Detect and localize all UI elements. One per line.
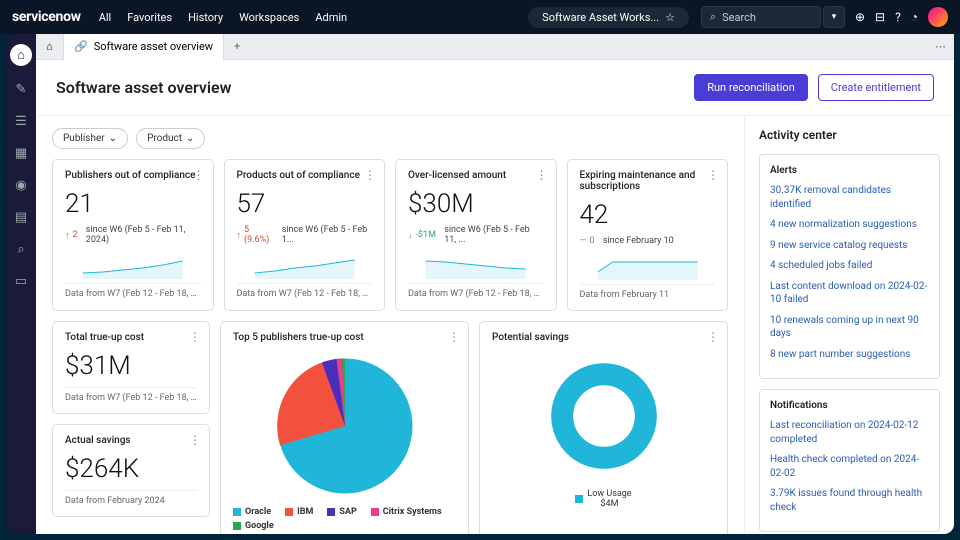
card-menu-icon[interactable]: ⋮	[189, 433, 201, 447]
rail-wrench-icon[interactable]: ✎	[12, 80, 30, 98]
nav-favorites[interactable]: Favorites	[127, 11, 172, 24]
tab-overflow-icon[interactable]: ⋯	[927, 40, 954, 53]
global-nav: All Favorites History Workspaces Admin	[99, 11, 347, 24]
card-value: 21	[65, 189, 201, 219]
card-actual-savings[interactable]: ⋮ Actual savings $264K Data from Februar…	[52, 424, 210, 517]
tab-software-asset-overview[interactable]: 🔗 Software asset overview	[64, 34, 224, 60]
card-menu-icon[interactable]: ⋮	[448, 330, 460, 344]
notification-link[interactable]: Last reconciliation on 2024-02-12 comple…	[770, 419, 929, 446]
search-dropdown[interactable]: ▾	[823, 6, 845, 28]
workspace-pill[interactable]: Software Asset Works... ☆	[528, 7, 689, 28]
create-entitlement-button[interactable]: Create entitlement	[818, 74, 934, 101]
arrow-down-icon: ↓	[408, 230, 413, 241]
activity-center: Activity center Alerts 30.37K removal ca…	[744, 116, 954, 534]
logo[interactable]: servicenow	[12, 9, 81, 25]
alert-link[interactable]: 4 scheduled jobs failed	[770, 259, 929, 273]
chat-icon[interactable]: ⊟	[875, 10, 885, 24]
search-icon: ⌕	[710, 10, 716, 24]
card-publishers-ooc[interactable]: ⋮ Publishers out of compliance 21 ↑2 sin…	[52, 159, 214, 311]
alert-link[interactable]: 4 new normalization suggestions	[770, 218, 929, 232]
card-expiring[interactable]: ⋮ Expiring maintenance and subscriptions…	[567, 159, 729, 311]
filter-product[interactable]: Product⌄	[136, 128, 205, 149]
arrow-up-icon: ↑	[65, 230, 70, 241]
nav-all[interactable]: All	[99, 11, 112, 24]
filter-publisher[interactable]: Publisher⌄	[52, 128, 128, 149]
alert-link[interactable]: 8 new part number suggestions	[770, 348, 929, 362]
nav-workspaces[interactable]: Workspaces	[239, 11, 299, 24]
card-menu-icon[interactable]: ⋮	[707, 168, 719, 182]
header-utilities: ⊕ ⊟ ? ◔	[855, 7, 948, 27]
workspace-pill-label: Software Asset Works...	[542, 11, 659, 24]
card-menu-icon[interactable]: ⋮	[193, 168, 205, 182]
global-header: servicenow All Favorites History Workspa…	[0, 0, 960, 34]
nav-history[interactable]: History	[188, 11, 223, 24]
rail-storage-icon[interactable]: ▭	[12, 272, 30, 290]
card-menu-icon[interactable]: ⋮	[536, 168, 548, 182]
notification-link[interactable]: 3.79K issues found through health check	[770, 487, 929, 514]
donut-chart	[549, 361, 659, 471]
search-placeholder: Search	[722, 11, 756, 24]
activity-title: Activity center	[759, 128, 940, 142]
left-rail: ⌂ ✎ ☰ ▦ ◉ ▤ ⌕ ▭	[6, 34, 36, 534]
help-icon[interactable]: ?	[895, 10, 901, 24]
card-top5-publishers[interactable]: ⋮ Top 5 publishers true-up cost Oracle	[220, 321, 469, 534]
card-potential-savings[interactable]: ⋮ Potential savings Low Usage$4M	[479, 321, 728, 534]
card-total-trueup[interactable]: ⋮ Total true-up cost $31M Data from W7 (…	[52, 321, 210, 414]
run-reconciliation-button[interactable]: Run reconciliation	[694, 74, 808, 101]
link-icon: 🔗	[74, 40, 88, 53]
home-tab-icon[interactable]: ⌂	[36, 34, 64, 60]
rail-analytics-icon[interactable]: ◉	[12, 176, 30, 194]
card-menu-icon[interactable]: ⋮	[364, 168, 376, 182]
alert-link[interactable]: 10 renewals coming up in next 90 days	[770, 314, 929, 341]
alerts-heading: Alerts	[770, 165, 929, 176]
notifications-heading: Notifications	[770, 400, 929, 411]
card-products-ooc[interactable]: ⋮ Products out of compliance 57 ↑5 (9.6%…	[224, 159, 386, 311]
alerts-panel: Alerts 30.37K removal candidates identif…	[759, 154, 940, 379]
page-title: Software asset overview	[56, 78, 231, 97]
tab-label: Software asset overview	[94, 40, 213, 53]
nav-admin[interactable]: Admin	[315, 11, 347, 24]
notifications-panel: Notifications Last reconciliation on 202…	[759, 389, 940, 532]
dashboard-content: Publisher⌄ Product⌄ ⋮ Publishers out of …	[36, 116, 744, 534]
rail-list-icon[interactable]: ☰	[12, 112, 30, 130]
rail-search-icon[interactable]: ⌕	[12, 240, 30, 258]
rail-calendar-icon[interactable]: ▤	[12, 208, 30, 226]
chevron-down-icon: ⌄	[186, 133, 194, 144]
page-header: Software asset overview Run reconciliati…	[36, 60, 954, 116]
chart-legend: Oracle IBM SAP Citrix Systems Google	[233, 507, 456, 531]
pie-chart	[270, 351, 420, 501]
avatar[interactable]	[928, 7, 948, 27]
globe-icon[interactable]: ⊕	[855, 10, 865, 24]
alert-link[interactable]: 9 new service catalog requests	[770, 239, 929, 253]
alert-link[interactable]: Last content download on 2024-02-10 fail…	[770, 280, 929, 307]
chevron-down-icon: ⌄	[109, 133, 117, 144]
notification-link[interactable]: Health check completed on 2024-02-02	[770, 453, 929, 480]
arrow-up-icon: ↑	[237, 230, 242, 241]
card-over-licensed[interactable]: ⋮ Over-licensed amount $30M ↓-$1M since …	[395, 159, 557, 311]
card-menu-icon[interactable]: ⋮	[189, 330, 201, 344]
alert-link[interactable]: 30.37K removal candidates identified	[770, 184, 929, 211]
rail-home-icon[interactable]: ⌂	[10, 44, 32, 66]
add-tab-button[interactable]: +	[224, 40, 250, 53]
bell-icon[interactable]: ◔	[911, 10, 918, 24]
star-icon[interactable]: ☆	[665, 11, 675, 24]
main-frame: ⌂ 🔗 Software asset overview + ⋯ Software…	[36, 34, 954, 534]
card-title: Publishers out of compliance	[65, 170, 201, 181]
rail-grid-icon[interactable]: ▦	[12, 144, 30, 162]
card-footer: Data from W7 (Feb 12 - Feb 18, 20...	[65, 283, 201, 299]
dash-icon: —	[580, 236, 587, 246]
tab-strip: ⌂ 🔗 Software asset overview + ⋯	[36, 34, 954, 60]
card-menu-icon[interactable]: ⋮	[707, 330, 719, 344]
global-search[interactable]: ⌕ Search	[701, 6, 821, 28]
